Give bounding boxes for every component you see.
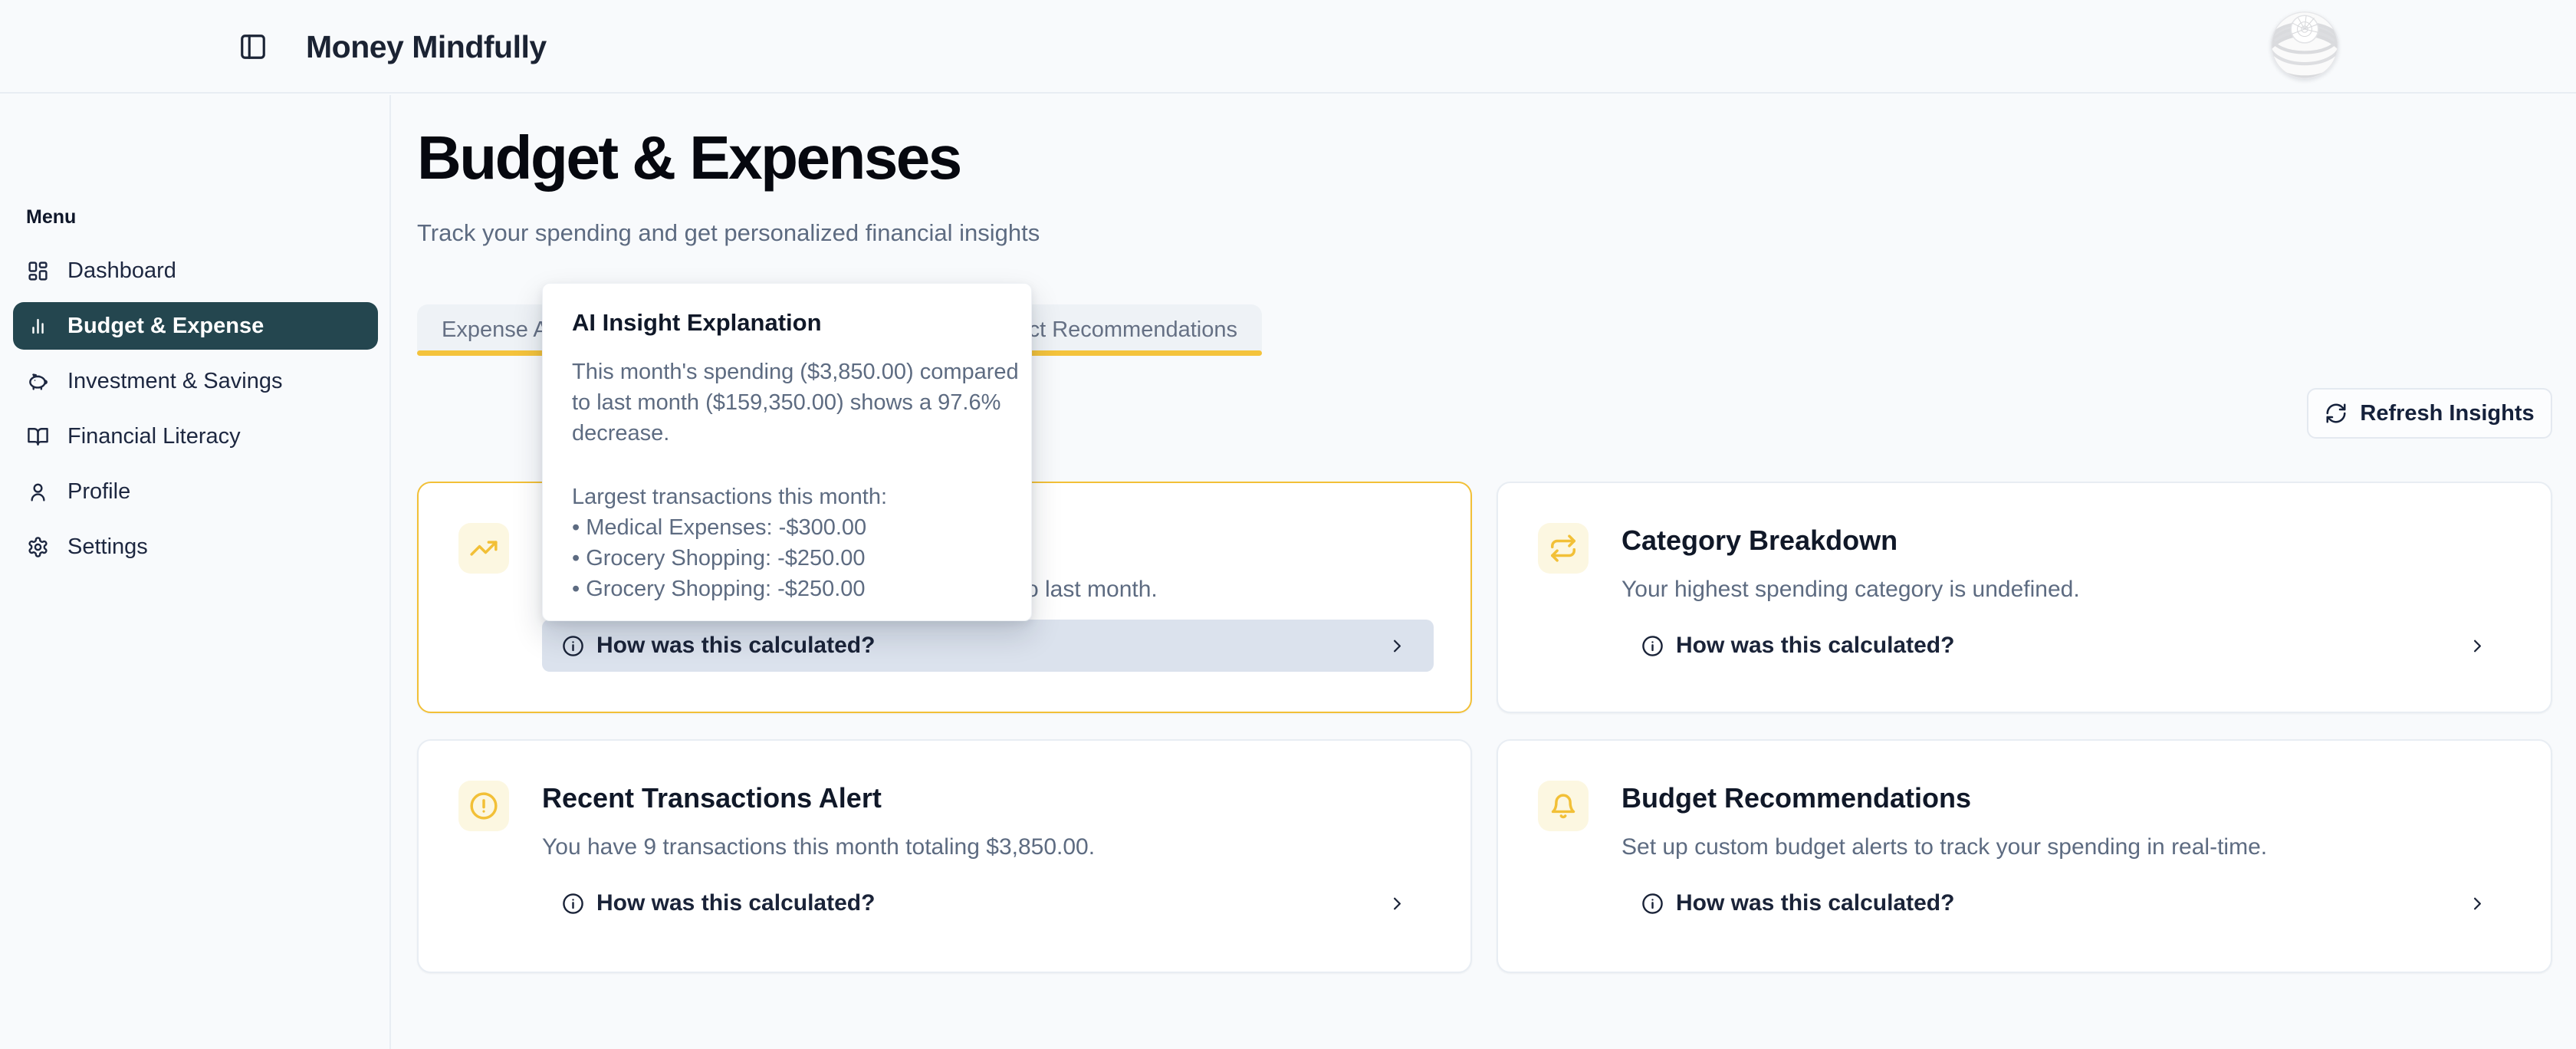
sidebar-item-label: Dashboard xyxy=(67,258,176,284)
info-icon xyxy=(562,635,584,657)
card-title: Budget Recommendations xyxy=(1622,782,1971,814)
tooltip-list-item: • Medical Expenses: -$300.00 xyxy=(572,512,1016,543)
gear-icon xyxy=(27,536,49,558)
insight-card-budget-recommendations: Budget Recommendations Set up custom bud… xyxy=(1497,739,2552,973)
app-title: Money Mindfully xyxy=(306,0,547,94)
tooltip-paragraph-line: This month's spending ($3,850.00) compar… xyxy=(572,357,1016,387)
layout-dashboard-icon xyxy=(27,260,49,282)
sidebar-item-label: Financial Literacy xyxy=(67,424,241,449)
how-calculated-label: How was this calculated? xyxy=(596,633,875,659)
how-calculated-button[interactable]: How was this calculated? xyxy=(1622,620,2514,672)
tooltip-paragraph-line: to last month ($159,350.00) shows a 97.6… xyxy=(572,387,1016,418)
alert-circle-icon xyxy=(458,781,509,831)
tooltip-title: AI Insight Explanation xyxy=(572,309,1016,337)
sidebar-item-label: Settings xyxy=(67,534,148,560)
trending-up-icon xyxy=(458,523,509,574)
sidebar-section-label: Menu xyxy=(26,206,76,229)
card-title: Category Breakdown xyxy=(1622,524,1898,557)
how-calculated-button[interactable]: How was this calculated? xyxy=(542,877,1434,929)
sidebar-item-label: Budget & Expense xyxy=(67,314,264,339)
ai-insight-tooltip: AI Insight Explanation This month's spen… xyxy=(542,283,1032,621)
piggy-bank-icon xyxy=(27,370,49,393)
refresh-insights-label: Refresh Insights xyxy=(2360,401,2534,426)
page-subtitle: Track your spending and get personalized… xyxy=(417,219,1040,247)
sidebar-item-dashboard[interactable]: Dashboard xyxy=(13,247,378,294)
chevron-right-icon xyxy=(2467,893,2488,914)
app-header: Money Mindfully xyxy=(0,0,2576,94)
how-calculated-button[interactable]: How was this calculated? xyxy=(1622,877,2514,929)
page-title: Budget & Expenses xyxy=(417,123,961,193)
tooltip-spacer xyxy=(572,449,1016,482)
how-calculated-button[interactable]: How was this calculated? xyxy=(542,620,1434,672)
info-icon xyxy=(1641,635,1664,657)
card-title: Recent Transactions Alert xyxy=(542,782,882,814)
sidebar-toggle-button[interactable] xyxy=(232,25,274,68)
sidebar: Menu Dashboard Budget & Expense Investme… xyxy=(0,95,391,1049)
sidebar-item-investment-savings[interactable]: Investment & Savings xyxy=(13,357,378,405)
how-calculated-label: How was this calculated? xyxy=(596,890,875,916)
tooltip-list-item: • Grocery Shopping: -$250.00 xyxy=(572,574,1016,604)
chevron-right-icon xyxy=(1387,636,1408,656)
refresh-insights-button[interactable]: Refresh Insights xyxy=(2307,388,2552,439)
card-description: Your highest spending category is undefi… xyxy=(1622,577,2080,603)
tooltip-list-item: • Grocery Shopping: -$250.00 xyxy=(572,543,1016,574)
sidebar-item-settings[interactable]: Settings xyxy=(13,523,378,571)
refresh-icon xyxy=(2325,402,2348,425)
book-open-icon xyxy=(27,426,49,448)
insight-card-recent-transactions: Recent Transactions Alert You have 9 tra… xyxy=(417,739,1472,973)
how-calculated-label: How was this calculated? xyxy=(1676,633,1954,659)
sidebar-item-budget-expense[interactable]: Budget & Expense xyxy=(13,302,378,350)
bar-chart-icon xyxy=(27,315,49,337)
avatar[interactable] xyxy=(2271,12,2338,79)
sidebar-item-label: Profile xyxy=(67,479,130,505)
sidebar-item-label: Investment & Savings xyxy=(67,369,282,394)
card-description: Set up custom budget alerts to track you… xyxy=(1622,834,2267,860)
tooltip-list-intro: Largest transactions this month: xyxy=(572,482,1016,512)
insight-card-category-breakdown: Category Breakdown Your highest spending… xyxy=(1497,482,2552,713)
card-description: You have 9 transactions this month total… xyxy=(542,834,1095,860)
user-icon xyxy=(27,481,49,503)
sidebar-item-profile[interactable]: Profile xyxy=(13,468,378,515)
info-icon xyxy=(562,893,584,915)
repeat-icon xyxy=(1538,523,1589,574)
tooltip-paragraph-line: decrease. xyxy=(572,418,1016,449)
sidebar-nav: Dashboard Budget & Expense Investment & … xyxy=(13,247,378,571)
bell-icon xyxy=(1538,781,1589,831)
sidebar-item-financial-literacy[interactable]: Financial Literacy xyxy=(13,413,378,460)
chevron-right-icon xyxy=(1387,893,1408,914)
info-icon xyxy=(1641,893,1664,915)
how-calculated-label: How was this calculated? xyxy=(1676,890,1954,916)
panel-left-icon xyxy=(238,32,268,61)
chevron-right-icon xyxy=(2467,636,2488,656)
